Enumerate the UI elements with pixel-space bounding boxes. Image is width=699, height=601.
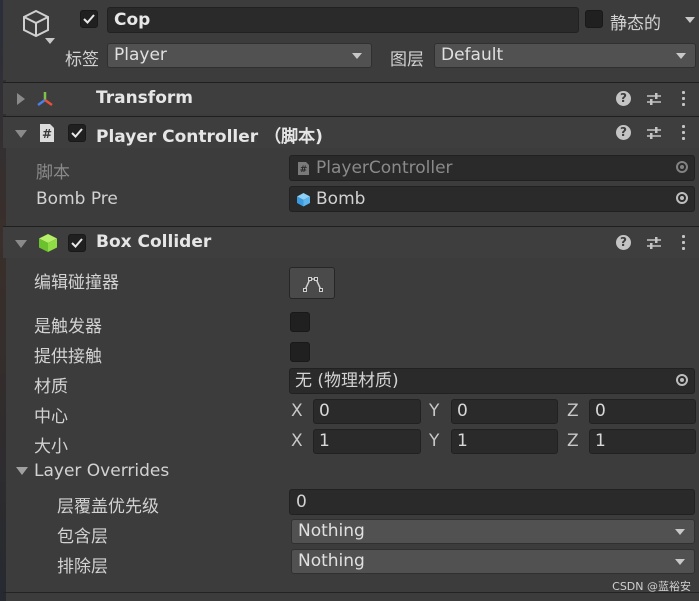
sliders-icon[interactable] bbox=[646, 91, 662, 107]
active-checkbox[interactable] bbox=[80, 10, 98, 28]
edit-bounds-icon bbox=[303, 277, 323, 292]
layer-override-priority-input[interactable]: 0 bbox=[289, 489, 695, 515]
transform-axes-icon bbox=[37, 92, 53, 107]
component-title: Player Controller （脚本) bbox=[96, 127, 323, 147]
layer-dropdown[interactable]: Default bbox=[434, 43, 696, 68]
fold-down-icon[interactable] bbox=[15, 129, 27, 139]
bottom-divider bbox=[3, 592, 699, 593]
bomb-pre-label: Bomb Pre bbox=[36, 189, 118, 209]
exclude-layers-dropdown[interactable]: Nothing bbox=[291, 549, 695, 574]
layer-value: Default bbox=[441, 45, 504, 65]
chevron-down-icon bbox=[675, 559, 685, 565]
tag-value: Player bbox=[114, 45, 167, 65]
layer-overrides-foldout[interactable]: Layer Overrides bbox=[34, 461, 169, 481]
size-z-label: Z bbox=[567, 431, 579, 451]
object-picker-icon[interactable] bbox=[676, 192, 688, 204]
include-layers-dropdown[interactable]: Nothing bbox=[291, 519, 695, 544]
size-y-label: Y bbox=[429, 431, 440, 451]
center-z-input[interactable]: 0 bbox=[589, 399, 696, 424]
is-trigger-checkbox[interactable] bbox=[290, 312, 310, 332]
question-icon[interactable]: ? bbox=[616, 125, 631, 140]
center-y-input[interactable]: 0 bbox=[451, 399, 558, 424]
green-cube-icon bbox=[39, 234, 57, 252]
center-y-label: Y bbox=[429, 401, 440, 421]
material-field[interactable]: 无 (物理材质) bbox=[289, 368, 695, 394]
box-collider-header[interactable]: Box Collider ? bbox=[3, 226, 699, 258]
material-value: 无 (物理材质) bbox=[295, 371, 399, 391]
tag-label: 标签 bbox=[65, 50, 99, 70]
hash-script-icon: # bbox=[298, 162, 309, 175]
watermark: CSDN @蓝裕安 bbox=[612, 580, 691, 593]
chevron-down-icon bbox=[675, 529, 685, 535]
include-layers-value: Nothing bbox=[298, 521, 365, 541]
sliders-icon[interactable] bbox=[646, 125, 662, 141]
fold-down-icon[interactable] bbox=[16, 466, 28, 476]
hash-script-icon: # bbox=[40, 124, 54, 142]
center-x-input[interactable]: 0 bbox=[313, 399, 421, 424]
kebab-icon[interactable] bbox=[682, 91, 686, 109]
bomb-pre-value: Bomb bbox=[316, 189, 366, 209]
sliders-icon[interactable] bbox=[646, 235, 662, 251]
script-label: 脚本 bbox=[36, 163, 70, 183]
size-z-input[interactable]: 1 bbox=[589, 429, 696, 454]
edit-collider-button[interactable] bbox=[289, 267, 335, 299]
object-picker-icon bbox=[676, 161, 688, 173]
edit-collider-label: 编辑碰撞器 bbox=[34, 273, 119, 293]
icon-dropdown-arrow[interactable] bbox=[45, 38, 55, 44]
component-title: Box Collider bbox=[96, 232, 212, 252]
size-x-label: X bbox=[291, 431, 303, 451]
chevron-down-icon bbox=[676, 53, 686, 59]
layer-label: 图层 bbox=[390, 50, 424, 70]
provides-contacts-checkbox[interactable] bbox=[290, 342, 310, 362]
static-label: 静态的 bbox=[610, 14, 661, 34]
inspector-header: Cop 静态的 标签 Player 图层 Default bbox=[3, 0, 699, 80]
static-checkbox[interactable] bbox=[585, 10, 603, 28]
center-x-label: X bbox=[291, 401, 303, 421]
tag-dropdown[interactable]: Player bbox=[107, 43, 372, 68]
transform-header[interactable]: Transform ? bbox=[3, 82, 699, 114]
material-label: 材质 bbox=[34, 377, 68, 397]
component-enabled-checkbox[interactable] bbox=[68, 234, 86, 252]
kebab-icon[interactable] bbox=[682, 125, 686, 143]
exclude-layers-value: Nothing bbox=[298, 551, 365, 571]
include-layers-label: 包含层 bbox=[57, 527, 108, 547]
center-label: 中心 bbox=[34, 407, 68, 427]
script-value: PlayerController bbox=[316, 158, 453, 178]
provides-contacts-label: 提供接触 bbox=[34, 347, 102, 367]
component-title: Transform bbox=[96, 88, 193, 108]
component-enabled-checkbox[interactable] bbox=[68, 124, 86, 142]
size-x-input[interactable]: 1 bbox=[313, 429, 421, 454]
layer-override-priority-label: 层覆盖优先级 bbox=[57, 497, 159, 517]
center-z-label: Z bbox=[567, 401, 579, 421]
question-icon[interactable]: ? bbox=[616, 91, 631, 106]
kebab-icon[interactable] bbox=[682, 235, 686, 253]
bomb-pre-field[interactable]: Bomb bbox=[289, 186, 695, 212]
size-label: 大小 bbox=[34, 437, 68, 457]
script-field: # PlayerController bbox=[289, 155, 695, 181]
chevron-down-icon bbox=[352, 53, 362, 59]
svg-text:#: # bbox=[300, 165, 308, 175]
prefab-cube-icon bbox=[297, 193, 310, 207]
svg-text:#: # bbox=[42, 127, 52, 141]
question-icon[interactable]: ? bbox=[616, 235, 631, 250]
cube-icon bbox=[23, 9, 49, 38]
exclude-layers-label: 排除层 bbox=[57, 557, 108, 577]
object-picker-icon[interactable] bbox=[676, 374, 688, 386]
object-name-input[interactable]: Cop bbox=[107, 7, 579, 33]
is-trigger-label: 是触发器 bbox=[34, 317, 102, 337]
player-controller-header[interactable]: # Player Controller （脚本) ? bbox=[3, 116, 699, 148]
fold-down-icon[interactable] bbox=[15, 239, 27, 249]
fold-right-icon[interactable] bbox=[16, 93, 26, 105]
static-dropdown-arrow[interactable] bbox=[685, 17, 695, 23]
size-y-input[interactable]: 1 bbox=[451, 429, 558, 454]
